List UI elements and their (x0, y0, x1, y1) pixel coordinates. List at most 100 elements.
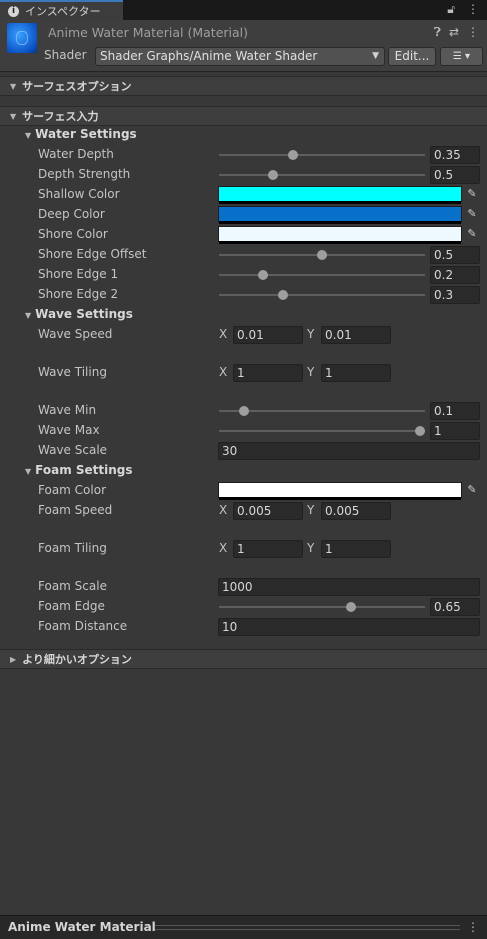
material-title: Anime Water Material (Material) (48, 25, 248, 40)
axis-x-label: X (219, 503, 228, 517)
label-shore-edge-2: Shore Edge 2 (38, 287, 119, 301)
color-swatch-shallow[interactable] (218, 186, 462, 204)
input-foam-tiling-x[interactable]: 1 (233, 540, 303, 558)
kebab-icon[interactable]: ⋮ (467, 25, 479, 40)
label-shore-edge-1: Shore Edge 1 (38, 267, 119, 281)
tab-inspector[interactable]: i インスペクター (0, 0, 123, 20)
input-wave-tiling-x[interactable]: 1 (233, 364, 303, 382)
shader-dropdown[interactable]: Shader Graphs/Anime Water Shader ▼ (95, 47, 385, 66)
label-foam-scale: Foam Scale (38, 579, 107, 593)
input-foam-edge[interactable]: 0.65 (430, 598, 480, 616)
label-shore-edge-offset: Shore Edge Offset (38, 247, 147, 261)
color-swatch-deep[interactable] (218, 206, 462, 224)
group-title: Wave Settings (35, 307, 133, 321)
inspector-tab-bar: i インスペクター 🔓︎ ⋮ (0, 0, 487, 20)
slider-track-shore-edge-2[interactable] (219, 294, 425, 296)
group-title: Foam Settings (35, 463, 133, 477)
slider-thumb-shore-edge-offset[interactable] (317, 250, 327, 260)
input-water-depth[interactable]: 0.35 (430, 146, 480, 164)
axis-x-label: X (219, 327, 228, 341)
foldout-triangle-icon: ▶ (10, 654, 17, 664)
axis-y-label: Y (307, 365, 315, 379)
section-advanced-options[interactable]: ▶ より細かいオプション (0, 649, 487, 669)
slider-thumb-shore-edge-2[interactable] (277, 290, 288, 300)
input-foam-scale[interactable]: 1000 (218, 578, 480, 596)
slider-track-shore-edge-1[interactable] (219, 274, 425, 276)
preview-footer: Anime Water Material ⋮ (0, 915, 487, 939)
input-wave-max[interactable]: 1 (430, 422, 480, 440)
label-wave-min: Wave Min (38, 403, 97, 417)
group-wave-settings[interactable]: ▼ Wave Settings (25, 307, 133, 321)
axis-y-label: Y (307, 541, 315, 555)
slider-track-depth-strength[interactable] (219, 174, 425, 176)
input-wave-scale[interactable]: 30 (218, 442, 480, 460)
input-wave-speed-y[interactable]: 0.01 (321, 326, 391, 344)
label-wave-speed: Wave Speed (38, 327, 113, 341)
slider-thumb-wave-min[interactable] (238, 406, 249, 416)
input-shore-edge-1[interactable]: 0.2 (430, 266, 480, 284)
slider-track-water-depth[interactable] (219, 154, 425, 156)
section-title: サーフェス入力 (22, 110, 99, 123)
input-foam-speed-x[interactable]: 0.005 (233, 502, 303, 520)
shader-menu-button[interactable]: ☰ ▾ (440, 47, 483, 66)
chevron-down-icon: ▼ (372, 51, 379, 61)
input-shore-edge-2[interactable]: 0.3 (430, 286, 480, 304)
input-wave-speed-x[interactable]: 0.01 (233, 326, 303, 344)
input-foam-tiling-y[interactable]: 1 (321, 540, 391, 558)
eyedropper-icon[interactable]: ✎ (465, 207, 479, 221)
kebab-icon[interactable]: ⋮ (467, 920, 479, 934)
eyedropper-icon[interactable]: ✎ (465, 483, 479, 497)
sliders-icon[interactable]: ⇄ (449, 25, 459, 40)
preview-name: Anime Water Material (8, 920, 156, 934)
slider-thumb-wave-max[interactable] (415, 426, 425, 436)
axis-x-label: X (219, 541, 228, 555)
section-title: サーフェスオプション (22, 80, 132, 93)
eyedropper-icon[interactable]: ✎ (465, 187, 479, 201)
foldout-triangle-icon: ▼ (10, 81, 17, 91)
info-icon: i (8, 5, 19, 17)
slider-track-wave-min[interactable] (219, 410, 425, 412)
label-wave-scale: Wave Scale (38, 443, 108, 457)
label-water-depth: Water Depth (38, 147, 114, 161)
slider-thumb-water-depth[interactable] (287, 150, 298, 160)
slider-thumb-shore-edge-1[interactable] (258, 270, 269, 280)
section-surface-inputs[interactable]: ▼ サーフェス入力 (0, 106, 487, 126)
input-foam-distance[interactable]: 10 (218, 618, 480, 636)
input-depth-strength[interactable]: 0.5 (430, 166, 480, 184)
foldout-triangle-icon: ▼ (25, 467, 32, 476)
shader-value: Shader Graphs/Anime Water Shader (100, 49, 318, 63)
label-foam-edge: Foam Edge (38, 599, 105, 613)
input-shore-edge-offset[interactable]: 0.5 (430, 246, 480, 264)
kebab-icon[interactable]: ⋮ (467, 2, 479, 17)
eyedropper-icon[interactable]: ✎ (465, 227, 479, 241)
label-deep-color: Deep Color (38, 207, 105, 221)
color-swatch-foam[interactable] (218, 482, 462, 500)
slider-track-foam-edge[interactable] (219, 606, 425, 608)
label-foam-color: Foam Color (38, 483, 107, 497)
foldout-triangle-icon: ▼ (10, 111, 17, 121)
input-wave-min[interactable]: 0.1 (430, 402, 480, 420)
label-wave-max: Wave Max (38, 423, 100, 437)
slider-thumb-foam-edge[interactable] (346, 602, 357, 612)
group-water-settings[interactable]: ▼ Water Settings (25, 127, 137, 141)
axis-y-label: Y (307, 327, 315, 341)
label-foam-speed: Foam Speed (38, 503, 113, 517)
slider-track-wave-max[interactable] (219, 430, 425, 432)
edit-shader-button[interactable]: Edit... (388, 47, 436, 66)
input-wave-tiling-y[interactable]: 1 (321, 364, 391, 382)
axis-y-label: Y (307, 503, 315, 517)
resize-grip[interactable] (155, 925, 460, 930)
lock-icon[interactable]: 🔓︎ (447, 2, 455, 17)
help-icon[interactable]: ❓︎ (434, 25, 441, 40)
label-wave-tiling: Wave Tiling (38, 365, 107, 379)
shader-label: Shader (44, 48, 87, 62)
section-surface-options[interactable]: ▼ サーフェスオプション (0, 76, 487, 96)
group-foam-settings[interactable]: ▼ Foam Settings (25, 463, 133, 477)
material-header: Anime Water Material (Material) ❓︎ ⇄ ⋮ S… (0, 20, 487, 72)
slider-thumb-depth-strength[interactable] (268, 170, 278, 180)
color-swatch-shore[interactable] (218, 226, 462, 244)
group-title: Water Settings (35, 127, 137, 141)
label-shore-color: Shore Color (38, 227, 108, 241)
tab-title: インスペクター (25, 5, 101, 18)
input-foam-speed-y[interactable]: 0.005 (321, 502, 391, 520)
